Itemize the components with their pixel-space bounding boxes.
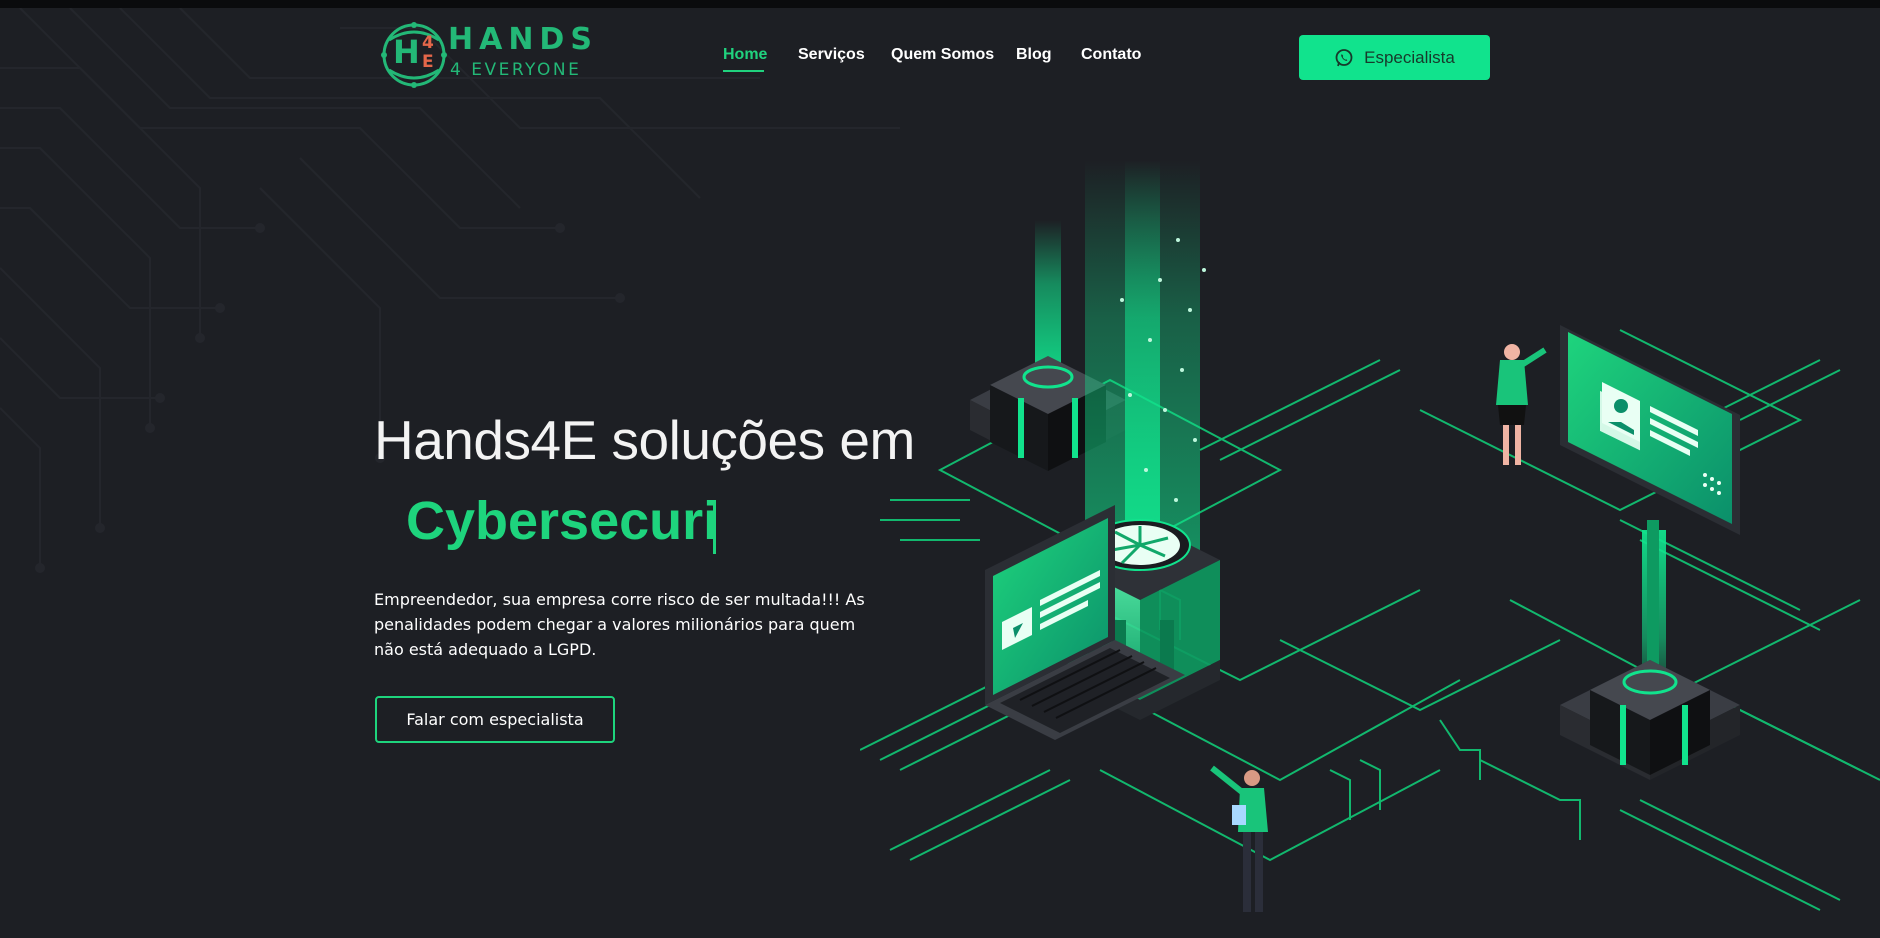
browser-top-strip	[0, 0, 1880, 8]
hero-typed-text: Cybersecurity	[406, 491, 713, 551]
active-nav-indicator	[723, 70, 764, 72]
whatsapp-icon	[1335, 48, 1353, 66]
hero-description: Empreendedor, sua empresa corre risco de…	[374, 590, 865, 659]
hero-title: Hands4E soluções em	[374, 409, 915, 471]
nav-item-blog[interactable]: Blog	[1016, 46, 1052, 64]
nav-item-home[interactable]: Home	[723, 46, 767, 64]
typing-cursor	[713, 500, 716, 554]
cybersecurity-illustration	[860, 160, 1880, 912]
falar-com-especialista-button[interactable]: Falar com especialista	[375, 696, 615, 743]
especialista-button[interactable]: Especialista	[1299, 35, 1490, 80]
nav-item-servicos[interactable]: Serviços	[798, 46, 865, 64]
nav-item-quem-somos[interactable]: Quem Somos	[891, 46, 994, 64]
main-navigation: Home Serviços Quem Somos Blog Contato	[0, 46, 1880, 70]
nav-item-contato[interactable]: Contato	[1081, 46, 1141, 64]
especialista-button-label: Especialista	[1364, 47, 1455, 67]
